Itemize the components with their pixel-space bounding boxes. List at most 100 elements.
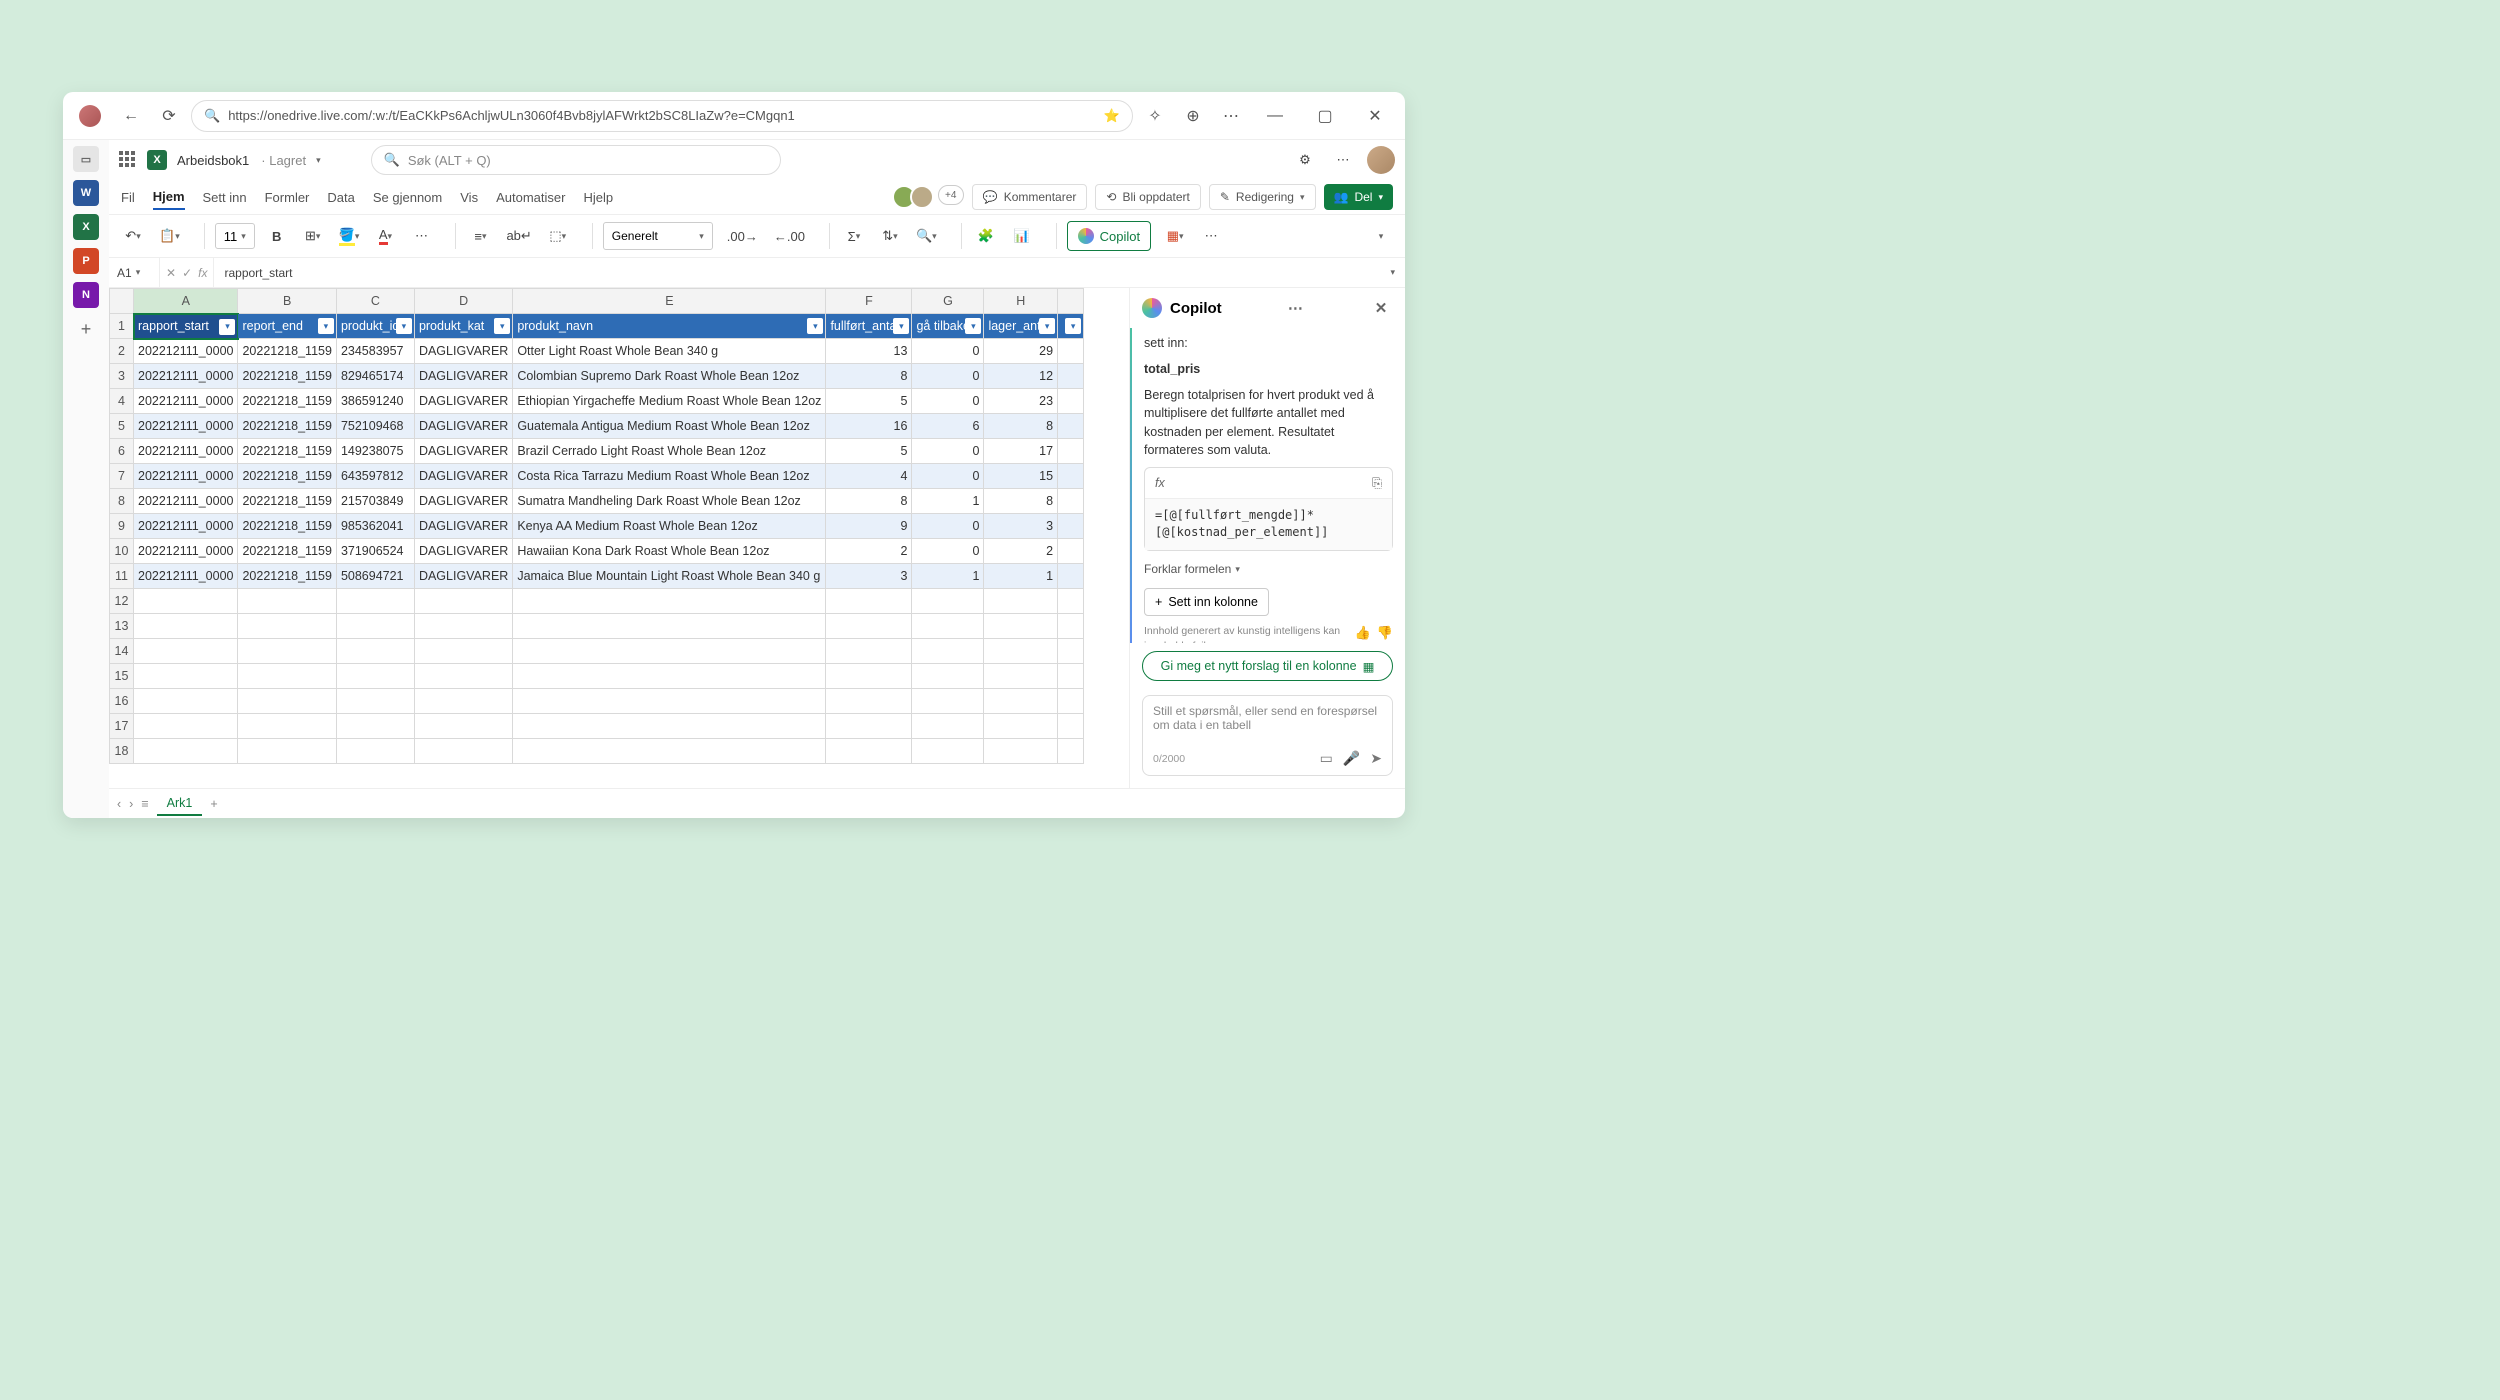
cell[interactable]: 1 xyxy=(984,564,1058,589)
cell[interactable] xyxy=(336,689,414,714)
cell[interactable]: 20221218_1159 xyxy=(238,564,336,589)
row-header[interactable]: 1 xyxy=(110,314,134,339)
cell[interactable] xyxy=(984,589,1058,614)
cell[interactable] xyxy=(912,639,984,664)
insert-column-button[interactable]: +Sett inn kolonne xyxy=(1144,588,1269,616)
table-header-cell[interactable]: rapport_start▾ xyxy=(134,314,238,339)
align-button[interactable]: ≡▾ xyxy=(466,222,494,250)
decrease-decimal-button[interactable]: ←.00 xyxy=(770,222,809,250)
document-title[interactable]: Arbeidsbok1 xyxy=(177,153,249,168)
cell[interactable] xyxy=(336,664,414,689)
cell[interactable] xyxy=(513,739,826,764)
cell[interactable]: 3 xyxy=(984,514,1058,539)
minimize-button[interactable]: — xyxy=(1253,100,1297,132)
cell[interactable]: 1 xyxy=(912,489,984,514)
row-header[interactable]: 15 xyxy=(110,664,134,689)
cell[interactable] xyxy=(912,689,984,714)
cell[interactable] xyxy=(826,714,912,739)
cell[interactable]: 20221218_1159 xyxy=(238,364,336,389)
ribbon-more-icon[interactable]: ⋯ xyxy=(1197,222,1225,250)
row-header[interactable]: 2 xyxy=(110,339,134,364)
cell[interactable]: 6 xyxy=(912,414,984,439)
row-header[interactable]: 17 xyxy=(110,714,134,739)
tab-view[interactable]: Vis xyxy=(460,186,478,209)
cell[interactable]: DAGLIGVARER xyxy=(414,564,512,589)
row-header[interactable]: 5 xyxy=(110,414,134,439)
cell[interactable]: 234583957 xyxy=(336,339,414,364)
presence-avatar[interactable] xyxy=(910,185,934,209)
column-header[interactable]: G xyxy=(912,289,984,314)
cell[interactable]: 215703849 xyxy=(336,489,414,514)
row-header[interactable]: 11 xyxy=(110,564,134,589)
card-icon[interactable]: ▭ xyxy=(1320,750,1333,767)
filter-icon[interactable]: ▾ xyxy=(318,318,334,334)
fill-color-button[interactable]: 🪣▾ xyxy=(335,222,364,250)
cell[interactable] xyxy=(238,614,336,639)
cell[interactable] xyxy=(1058,564,1084,589)
cell[interactable] xyxy=(414,589,512,614)
sort-filter-button[interactable]: ⇅▾ xyxy=(876,222,904,250)
cell[interactable]: DAGLIGVARER xyxy=(414,364,512,389)
cell[interactable] xyxy=(238,714,336,739)
cell[interactable]: 202212111_0000 xyxy=(134,564,238,589)
expand-formula-bar-icon[interactable]: ▾ xyxy=(1380,267,1405,278)
cell[interactable] xyxy=(414,714,512,739)
cell[interactable]: 20221218_1159 xyxy=(238,514,336,539)
cell[interactable] xyxy=(134,714,238,739)
title-dropdown-icon[interactable]: ▾ xyxy=(316,155,321,166)
app-launcher-icon[interactable] xyxy=(119,151,137,169)
column-header[interactable]: H xyxy=(984,289,1058,314)
cell[interactable] xyxy=(826,664,912,689)
cell[interactable] xyxy=(513,614,826,639)
tab-formulas[interactable]: Formler xyxy=(265,186,310,209)
tab-automate[interactable]: Automatiser xyxy=(496,186,565,209)
cell[interactable] xyxy=(1058,339,1084,364)
cell[interactable] xyxy=(134,664,238,689)
cell[interactable] xyxy=(984,639,1058,664)
format-table-button[interactable]: ▦▾ xyxy=(1161,222,1189,250)
cell[interactable]: 2 xyxy=(826,539,912,564)
cell[interactable]: 15 xyxy=(984,464,1058,489)
row-header[interactable]: 18 xyxy=(110,739,134,764)
cell[interactable]: 643597812 xyxy=(336,464,414,489)
cell[interactable]: 16 xyxy=(826,414,912,439)
cell[interactable]: 202212111_0000 xyxy=(134,339,238,364)
spreadsheet-grid[interactable]: ABCDEFGH1rapport_start▾report_end▾produk… xyxy=(109,288,1129,788)
cell[interactable] xyxy=(1058,389,1084,414)
cell[interactable]: 5 xyxy=(826,439,912,464)
column-header[interactable]: B xyxy=(238,289,336,314)
user-avatar[interactable] xyxy=(1367,146,1395,174)
filter-icon[interactable]: ▾ xyxy=(396,318,412,334)
cell[interactable]: 5 xyxy=(826,389,912,414)
cell[interactable] xyxy=(1058,489,1084,514)
analyze-button[interactable]: 📊 xyxy=(1008,222,1036,250)
cell[interactable] xyxy=(1058,689,1084,714)
cell[interactable] xyxy=(336,589,414,614)
cell[interactable]: Hawaiian Kona Dark Roast Whole Bean 12oz xyxy=(513,539,826,564)
cell[interactable] xyxy=(134,689,238,714)
cell[interactable]: Kenya AA Medium Roast Whole Bean 12oz xyxy=(513,514,826,539)
cell[interactable] xyxy=(1058,714,1084,739)
cell[interactable]: 17 xyxy=(984,439,1058,464)
cell[interactable]: 3 xyxy=(826,564,912,589)
increase-decimal-button[interactable]: .00→ xyxy=(723,222,762,250)
table-header-cell[interactable]: lager_antall▾ xyxy=(984,314,1058,339)
suggest-column-button[interactable]: Gi meg et nytt forslag til en kolonne ▦ xyxy=(1142,651,1393,681)
presence-indicators[interactable]: +4 xyxy=(898,185,964,209)
cell[interactable] xyxy=(414,639,512,664)
filter-icon[interactable]: ▾ xyxy=(965,318,981,334)
cell[interactable]: 985362041 xyxy=(336,514,414,539)
cell[interactable]: 20221218_1159 xyxy=(238,439,336,464)
sheet-nav-prev[interactable]: ‹ xyxy=(117,797,121,811)
tab-data[interactable]: Data xyxy=(327,186,354,209)
cell[interactable]: DAGLIGVARER xyxy=(414,414,512,439)
cell[interactable]: 23 xyxy=(984,389,1058,414)
cell[interactable]: DAGLIGVARER xyxy=(414,389,512,414)
column-header[interactable] xyxy=(1058,289,1084,314)
cell[interactable] xyxy=(513,714,826,739)
borders-button[interactable]: ⊞▾ xyxy=(299,222,327,250)
cell[interactable]: DAGLIGVARER xyxy=(414,339,512,364)
row-header[interactable]: 13 xyxy=(110,614,134,639)
more-font-icon[interactable]: ⋯ xyxy=(407,222,435,250)
table-header-cell[interactable]: gå tilbake_▾ xyxy=(912,314,984,339)
